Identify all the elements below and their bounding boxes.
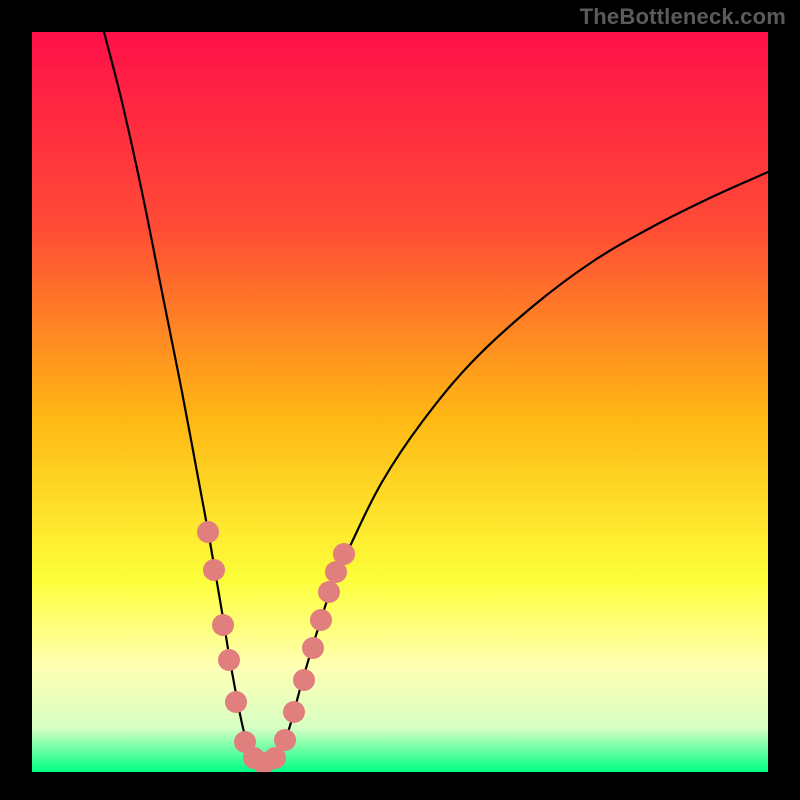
data-dot [197, 521, 219, 543]
data-dot [302, 637, 324, 659]
data-dot [293, 669, 315, 691]
dots-group [197, 521, 355, 772]
plot-region [32, 32, 768, 772]
bottleneck-curve-path [104, 32, 768, 764]
data-dot [212, 614, 234, 636]
data-dot [225, 691, 247, 713]
chart-container: TheBottleneck.com [0, 0, 800, 800]
data-dot [203, 559, 225, 581]
data-dot [274, 729, 296, 751]
data-dot [310, 609, 332, 631]
data-dot [218, 649, 240, 671]
watermark-text: TheBottleneck.com [580, 4, 786, 30]
data-dot [333, 543, 355, 565]
data-dot [283, 701, 305, 723]
data-dot [318, 581, 340, 603]
curve-svg [32, 32, 768, 772]
